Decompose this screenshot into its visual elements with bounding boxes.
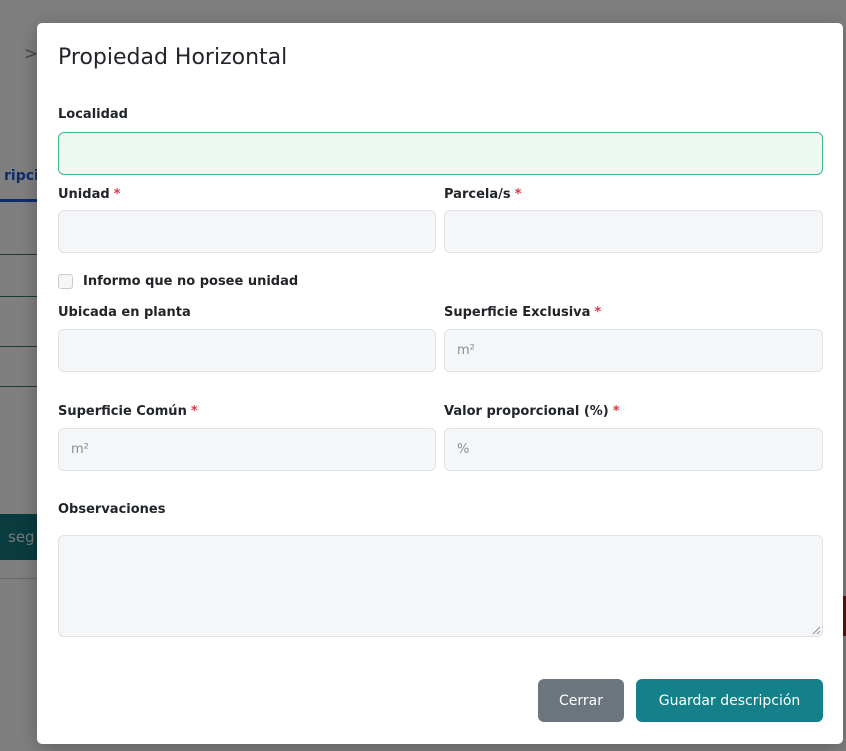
- ubicada-planta-input[interactable]: [58, 329, 436, 372]
- no-unidad-checkbox[interactable]: [58, 274, 73, 289]
- required-mark: *: [612, 404, 620, 419]
- no-unidad-checkbox-row[interactable]: Informo que no posee unidad: [58, 274, 298, 289]
- cerrar-button[interactable]: Cerrar: [538, 679, 624, 722]
- superficie-comun-input[interactable]: [58, 428, 436, 471]
- valor-proporcional-label-text: Valor proporcional (%): [444, 404, 609, 419]
- superficie-exclusiva-label-text: Superficie Exclusiva: [444, 305, 591, 320]
- parcelas-input[interactable]: [444, 210, 823, 253]
- observaciones-textarea[interactable]: [58, 535, 823, 637]
- observaciones-label: Observaciones: [58, 502, 165, 517]
- localidad-input[interactable]: [58, 132, 823, 175]
- ubicada-planta-label: Ubicada en planta: [58, 305, 191, 320]
- required-mark: *: [113, 187, 121, 202]
- localidad-label: Localidad: [58, 107, 128, 122]
- unidad-input[interactable]: [58, 210, 436, 253]
- modal-title: Propiedad Horizontal: [58, 45, 288, 70]
- parcelas-label: Parcela/s *: [444, 187, 521, 202]
- unidad-label: Unidad *: [58, 187, 120, 202]
- superficie-exclusiva-label: Superficie Exclusiva *: [444, 305, 601, 320]
- superficie-comun-label-text: Superficie Común: [58, 404, 187, 419]
- required-mark: *: [594, 305, 602, 320]
- unidad-label-text: Unidad: [58, 187, 110, 202]
- valor-proporcional-label: Valor proporcional (%) *: [444, 404, 620, 419]
- guardar-descripcion-button[interactable]: Guardar descripción: [636, 679, 823, 722]
- required-mark: *: [190, 404, 198, 419]
- valor-proporcional-input[interactable]: [444, 428, 823, 471]
- observaciones-label-text: Observaciones: [58, 502, 166, 517]
- propiedad-horizontal-modal: Propiedad Horizontal Localidad Unidad * P…: [37, 23, 843, 744]
- parcelas-label-text: Parcela/s: [444, 187, 511, 202]
- required-mark: *: [514, 187, 522, 202]
- superficie-exclusiva-input[interactable]: [444, 329, 823, 372]
- localidad-label-text: Localidad: [58, 107, 128, 122]
- superficie-comun-label: Superficie Común *: [58, 404, 198, 419]
- ubicada-planta-label-text: Ubicada en planta: [58, 305, 191, 320]
- resize-handle-icon[interactable]: [811, 625, 821, 635]
- no-unidad-checkbox-label[interactable]: Informo que no posee unidad: [83, 274, 298, 289]
